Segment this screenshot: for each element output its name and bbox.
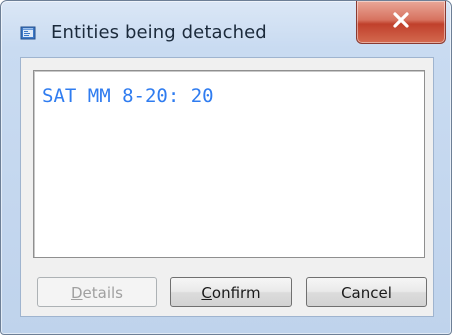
app-window-icon	[20, 25, 36, 41]
cancel-button-label: Cancel	[341, 284, 392, 302]
window-title: Entities being detached	[51, 22, 267, 43]
details-button-mnemonic: D	[70, 284, 83, 302]
close-button[interactable]	[356, 1, 446, 44]
close-x-icon	[393, 12, 409, 28]
confirm-button[interactable]: Confirm	[170, 277, 292, 307]
details-button[interactable]: Details	[37, 277, 157, 307]
dialog-window: Entities being detached SAT MM 8-20: 20 …	[0, 0, 452, 335]
confirm-button-label: onfirm	[211, 284, 261, 302]
list-item[interactable]: SAT MM 8-20: 20	[42, 85, 214, 107]
details-button-label: etails	[82, 284, 123, 302]
title-bar[interactable]: Entities being detached	[1, 1, 451, 57]
dialog-body: SAT MM 8-20: 20 Details Confirm Cancel	[20, 57, 434, 317]
confirm-button-mnemonic: C	[201, 284, 212, 302]
cancel-button[interactable]: Cancel	[306, 277, 427, 307]
entities-listbox[interactable]: SAT MM 8-20: 20	[33, 70, 425, 258]
